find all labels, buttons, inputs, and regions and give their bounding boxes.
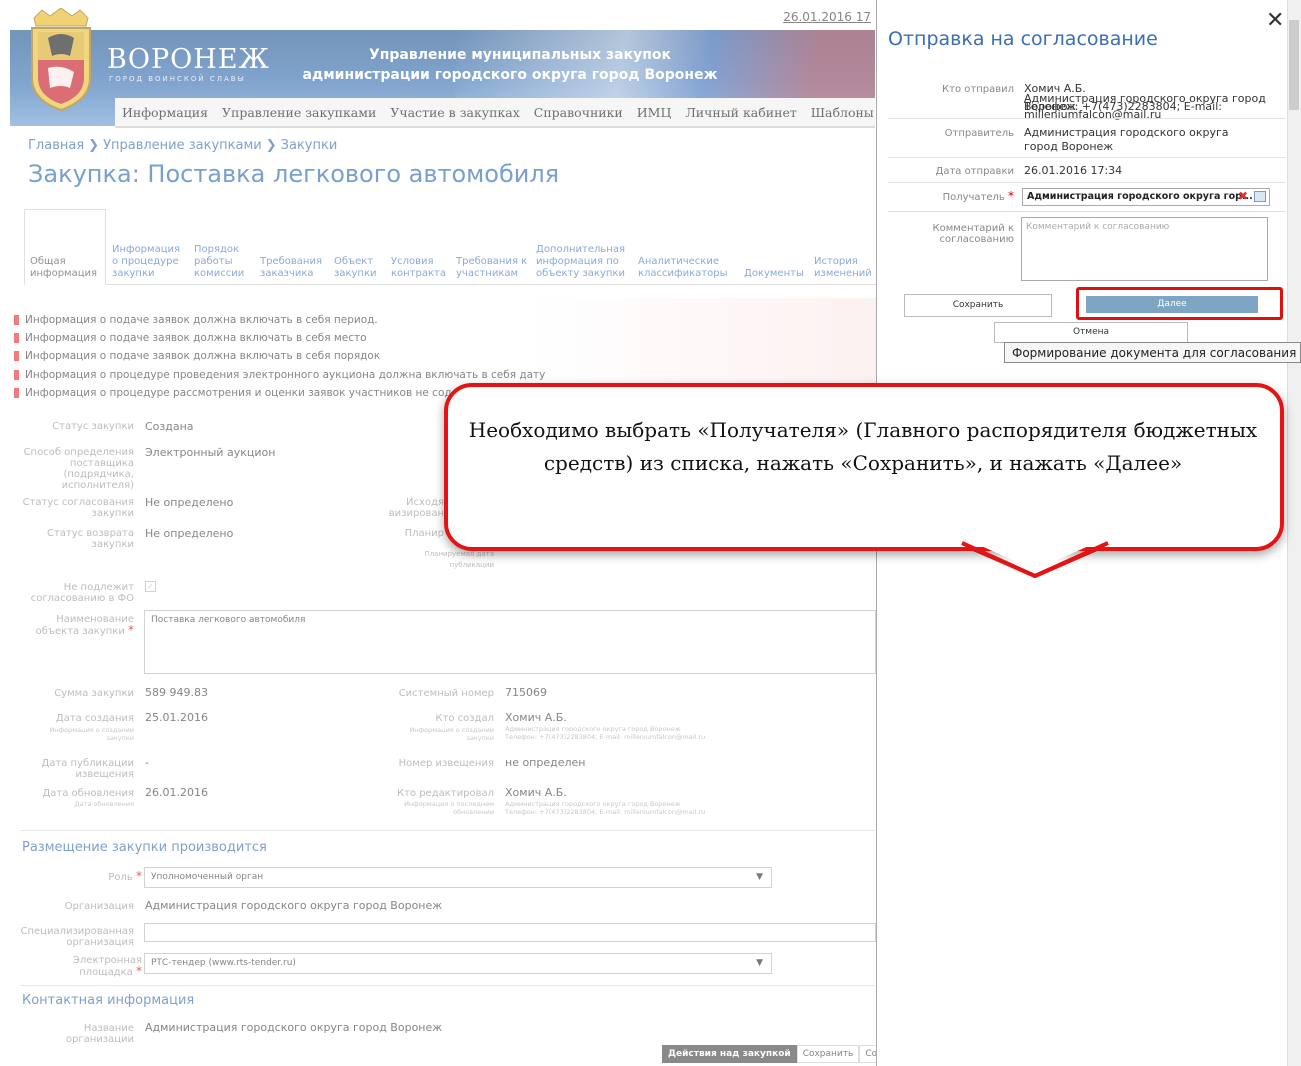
- divider: [888, 157, 1286, 158]
- sender-value: Администрация городского округа город Во…: [1024, 126, 1229, 153]
- comment-label: Комментарий к согласованию: [932, 223, 1014, 245]
- dialog-save-button[interactable]: Сохранить: [904, 294, 1052, 317]
- receiver-select[interactable]: Администрация городского округа гор...: [1022, 188, 1270, 206]
- close-icon[interactable]: ✕: [1266, 8, 1284, 33]
- divider: [888, 118, 1286, 119]
- next-button-highlight: [1076, 287, 1283, 320]
- dialog-scrollbar[interactable]: [1287, 0, 1301, 1066]
- callout-text: Необходимо выбрать «Получателя» (Главног…: [468, 418, 1258, 475]
- receiver-label: Получатель *: [942, 189, 1014, 203]
- dialog-title: Отправка на согласование: [888, 28, 1158, 50]
- callout-tail-cover: [961, 540, 1109, 578]
- folder-icon[interactable]: [1254, 191, 1266, 202]
- send-date-label: Дата отправки: [935, 166, 1014, 177]
- sender-who-contact: Телефон: +7(473)2283804; E-mail: milleni…: [1024, 100, 1222, 121]
- sender-who-label: Кто отправил: [942, 84, 1014, 95]
- sender-label: Отправитель: [944, 128, 1014, 139]
- clear-icon[interactable]: ✖: [1238, 189, 1248, 203]
- dialog-cancel-button[interactable]: Отмена: [994, 322, 1188, 343]
- divider: [888, 182, 1286, 183]
- next-button-tooltip: Формирование документа для согласования: [1004, 342, 1301, 363]
- send-date-value: 26.01.2016 17:34: [1024, 164, 1123, 177]
- divider: [888, 211, 1286, 212]
- comment-textarea[interactable]: Комментарий к согласованию: [1021, 217, 1268, 281]
